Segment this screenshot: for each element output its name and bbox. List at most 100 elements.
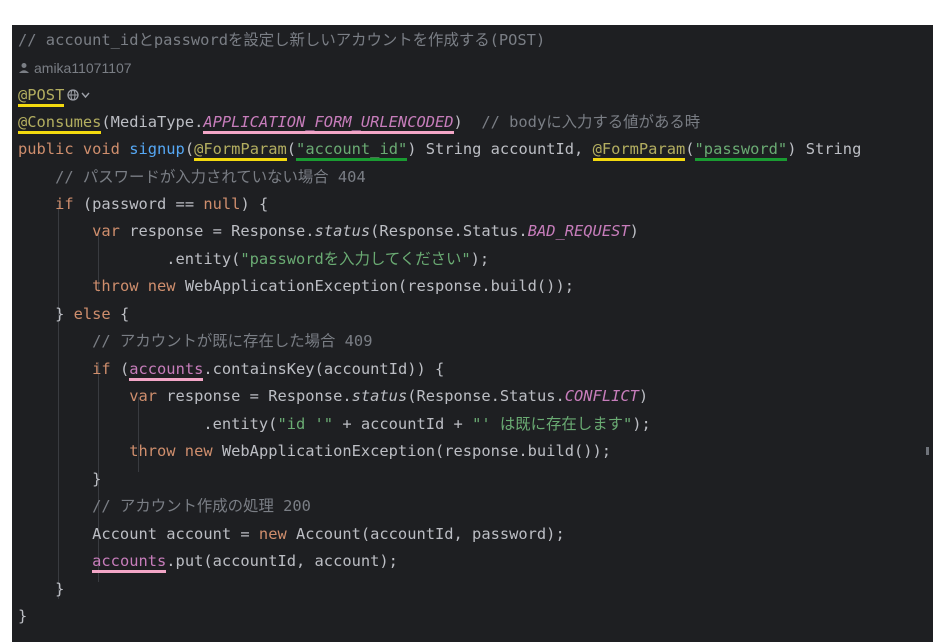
code-token: "passwordを入力してください" bbox=[240, 250, 471, 268]
code-line-comment-200[interactable]: // アカウント作成の処理 200 bbox=[18, 493, 311, 519]
author-hint[interactable]: amika11071107 bbox=[18, 55, 132, 81]
code-token: ) { bbox=[240, 195, 269, 213]
code-token: public void bbox=[18, 140, 130, 158]
code-token: // アカウント作成の処理 200 bbox=[18, 497, 311, 515]
code-token: ) String accountId, bbox=[407, 140, 593, 158]
code-token: ( bbox=[110, 360, 130, 378]
code-token: { bbox=[110, 305, 130, 323]
code-token: .put(accountId, account); bbox=[166, 552, 398, 570]
highlighted-token: @FormParam bbox=[592, 140, 686, 161]
globe-icon[interactable] bbox=[67, 88, 93, 102]
code-token: ) bbox=[638, 387, 649, 405]
code-token: (MediaType. bbox=[101, 113, 204, 131]
code-line-signup[interactable]: public void signup(@FormParam("account_i… bbox=[18, 136, 861, 162]
code-token: WebApplicationException(response.build()… bbox=[212, 442, 612, 460]
code-token: (Response.Status. bbox=[407, 387, 565, 405]
highlighted-token: APPLICATION_FORM_URLENCODED bbox=[203, 113, 454, 134]
highlighted-token: @Consumes bbox=[18, 113, 102, 134]
code-token: } bbox=[18, 607, 28, 625]
code-token: // account_idとpasswordを設定し新しいアカウントを作成する(… bbox=[18, 31, 546, 49]
person-icon bbox=[19, 63, 29, 73]
code-token: // パスワードが入力されていない場合 404 bbox=[18, 168, 366, 186]
code-token: if bbox=[92, 360, 111, 378]
code-token: .containsKey(accountId)) { bbox=[203, 360, 445, 378]
code-line-post[interactable]: @POST bbox=[18, 82, 93, 108]
code-token: "' は既に存在します" bbox=[472, 415, 633, 433]
code-token: BAD_REQUEST bbox=[527, 222, 630, 240]
code-token: ); bbox=[470, 250, 490, 268]
code-token: ( bbox=[685, 140, 695, 158]
code-token: signup bbox=[129, 140, 185, 158]
code-token: var bbox=[129, 387, 158, 405]
code-token: ) String bbox=[787, 140, 862, 158]
code-line-close-if[interactable]: } bbox=[18, 466, 101, 492]
code-token: response = Response. bbox=[119, 222, 315, 240]
code-token: "id '" bbox=[277, 415, 334, 433]
code-line-close-method[interactable]: } bbox=[18, 603, 27, 629]
code-line-else[interactable]: } else { bbox=[18, 301, 129, 327]
code-token: // bodyに入力する値がある時 bbox=[481, 113, 701, 131]
code-line-throw-2[interactable]: throw new WebApplicationException(respon… bbox=[18, 438, 611, 464]
code-token: if bbox=[55, 195, 74, 213]
code-token: } bbox=[18, 470, 102, 488]
code-token: WebApplicationException(response.build()… bbox=[175, 277, 574, 295]
code-token: Account account = bbox=[18, 525, 259, 543]
highlighted-token: @FormParam bbox=[194, 140, 287, 161]
code-token: else bbox=[73, 305, 111, 323]
code-token: CONFLICT bbox=[564, 387, 639, 405]
code-line-throw-1[interactable]: throw new WebApplicationException(respon… bbox=[18, 273, 574, 299]
code-token: ( bbox=[286, 140, 297, 158]
code-token: } bbox=[18, 305, 74, 323]
code-token: response = Response. bbox=[157, 387, 352, 405]
code-token: ) bbox=[453, 113, 482, 131]
code-line-consumes[interactable]: @Consumes(MediaType.APPLICATION_FORM_URL… bbox=[18, 109, 700, 135]
highlighted-token: accounts bbox=[129, 360, 204, 381]
highlighted-token: @POST bbox=[18, 86, 65, 107]
code-token: throw new bbox=[92, 277, 176, 295]
code-token: ) bbox=[629, 222, 639, 240]
code-line-new-account[interactable]: Account account = new Account(accountId,… bbox=[18, 521, 565, 547]
code-token: + accountId + bbox=[333, 415, 473, 433]
scrollbar-marker[interactable] bbox=[926, 447, 929, 455]
chevron-down-icon bbox=[81, 92, 90, 99]
code-token: .entity( bbox=[18, 415, 278, 433]
code-token: (Response.Status. bbox=[370, 222, 528, 240]
author-name: amika11071107 bbox=[34, 60, 132, 76]
code-token: .entity( bbox=[18, 250, 241, 268]
code-line-comment-409[interactable]: // アカウントが既に存在した場合 409 bbox=[18, 328, 372, 354]
code-token: ); bbox=[632, 415, 651, 433]
code-editor[interactable]: // account_idとpasswordを設定し新しいアカウントを作成する(… bbox=[12, 25, 933, 642]
code-token: status bbox=[351, 387, 408, 405]
endpoint-gutter-icons[interactable] bbox=[67, 84, 93, 110]
code-line-comment-header[interactable]: // account_idとpasswordを設定し新しいアカウントを作成する(… bbox=[18, 27, 545, 53]
code-line-close-else[interactable]: } bbox=[18, 576, 64, 602]
highlighted-token: "password" bbox=[694, 140, 788, 161]
code-token: status bbox=[314, 222, 371, 240]
code-token: } bbox=[18, 580, 65, 598]
highlighted-token: "account_id" bbox=[296, 140, 408, 161]
code-token: new bbox=[258, 525, 287, 543]
code-token: null bbox=[203, 195, 241, 213]
code-line-accounts-put[interactable]: accounts.put(accountId, account); bbox=[18, 548, 398, 574]
code-line-var-bad[interactable]: var response = Response.status(Response.… bbox=[18, 218, 639, 244]
code-token: ( bbox=[184, 140, 195, 158]
code-line-entity-pw[interactable]: .entity("passwordを入力してください"); bbox=[18, 246, 489, 272]
code-line-if-null[interactable]: if (password == null) { bbox=[18, 191, 268, 217]
code-token: var bbox=[92, 222, 120, 240]
highlighted-token: accounts bbox=[92, 552, 167, 573]
code-token: throw new bbox=[129, 442, 213, 460]
code-line-entity-id[interactable]: .entity("id '" + accountId + "' は既に存在します… bbox=[18, 411, 651, 437]
code-token: Account(accountId, password); bbox=[286, 525, 565, 543]
code-line-if-contains[interactable]: if (accounts.containsKey(accountId)) { bbox=[18, 356, 444, 382]
code-token: (password == bbox=[73, 195, 204, 213]
code-token: // アカウントが既に存在した場合 409 bbox=[18, 332, 373, 350]
code-line-comment-404[interactable]: // パスワードが入力されていない場合 404 bbox=[18, 164, 366, 190]
code-line-var-conflict[interactable]: var response = Response.status(Response.… bbox=[18, 383, 648, 409]
